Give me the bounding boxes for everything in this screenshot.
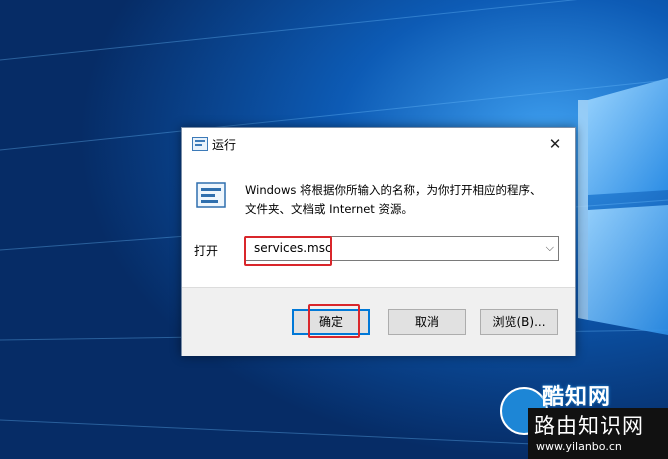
close-button[interactable]: ✕ bbox=[535, 128, 575, 160]
ok-button[interactable]: 确定 bbox=[292, 309, 370, 335]
dialog-description: Windows 将根据你所输入的名称，为你打开相应的程序、 文件夹、文档或 In… bbox=[245, 181, 555, 219]
open-label: 打开 bbox=[194, 244, 219, 258]
description-line-1: Windows 将根据你所输入的名称，为你打开相应的程序、 bbox=[245, 183, 542, 197]
logo-text: 酷知网 bbox=[542, 384, 612, 410]
watermark-site-name: 路由知识网 bbox=[534, 414, 644, 438]
run-large-icon bbox=[196, 182, 226, 208]
watermark-banner: 路由知识网 www.yilanbo.cn bbox=[528, 408, 668, 459]
dialog-title: 运行 bbox=[212, 138, 237, 152]
dialog-button-bar: 确定 取消 浏览(B)... bbox=[182, 287, 575, 356]
run-app-icon bbox=[192, 137, 208, 151]
run-dialog: 运行 ✕ Windows 将根据你所输入的名称，为你打开相应的程序、 文件夹、文… bbox=[181, 127, 576, 356]
open-combobox[interactable]: services.msc ⌵ bbox=[245, 236, 559, 261]
dialog-titlebar[interactable]: 运行 ✕ bbox=[182, 128, 575, 160]
open-input[interactable]: services.msc bbox=[254, 241, 332, 255]
description-line-2: 文件夹、文档或 Internet 资源。 bbox=[245, 202, 413, 216]
cancel-button[interactable]: 取消 bbox=[388, 309, 466, 335]
watermark-url: www.yilanbo.cn bbox=[536, 440, 622, 453]
chevron-down-icon[interactable]: ⌵ bbox=[546, 241, 554, 255]
browse-button[interactable]: 浏览(B)... bbox=[480, 309, 558, 335]
